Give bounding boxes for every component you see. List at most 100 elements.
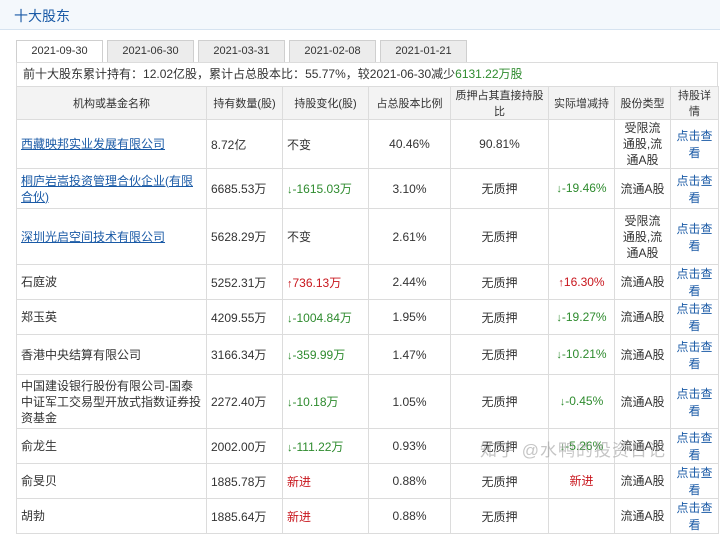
table-row: 俞龙生 2002.00万 ↓-111.22万 0.93% 无质押 ↓-5.26% 流通A股点… — [16, 428, 719, 464]
pledge-value: 无质押 — [481, 439, 518, 454]
change-cell: ↓-1615.03万 — [282, 168, 369, 209]
pledge-value: 无质押 — [481, 182, 518, 196]
view-detail-link[interactable]: 点击查看 — [676, 302, 712, 333]
tab-2021-02-08[interactable]: 2021-02-08 — [289, 40, 376, 62]
share-type-cell: 受限流通股,流通A股 — [614, 208, 671, 265]
holder-name-link[interactable]: 西藏映邦实业发展有限公司 — [21, 137, 165, 151]
table-row: 中国建设银行股份有限公司-国泰中证军工交易型开放式指数证券投资基金 2272.40… — [16, 374, 719, 429]
section-title: 十大股东 — [14, 8, 70, 24]
holdings-summary: 前十大股东累计持有：12.02亿股，累计占总股本比：55.77%，较2021-0… — [16, 62, 718, 86]
actual-change-value: -0.45% — [565, 394, 604, 408]
view-detail-link[interactable]: 点击查看 — [676, 222, 712, 253]
pledge-cell: 无质押 — [450, 498, 549, 534]
holder-name-cell: 中国建设银行股份有限公司-国泰中证军工交易型开放式指数证券投资基金 — [16, 374, 207, 429]
pledge-cell: 无质押 — [450, 428, 549, 464]
holder-name-cell: 石庭波 — [16, 264, 207, 300]
change-cell: ↓-359.99万 — [282, 334, 369, 375]
change-cell: ↓-10.18万 — [282, 374, 369, 429]
view-detail-link[interactable]: 点击查看 — [676, 174, 712, 205]
ratio-value: 2.44% — [392, 275, 427, 289]
ratio-cell: 2.44% — [368, 264, 451, 300]
change-value: 新进 — [287, 509, 312, 524]
quantity-cell: 5628.29万 — [206, 208, 283, 265]
holder-name-link[interactable]: 桐庐岩嵩投资管理合伙企业(有限合伙) — [21, 174, 193, 204]
quantity-value: 3166.34万 — [211, 348, 267, 362]
share-type: 流通A股 — [620, 394, 665, 409]
ratio-value: 1.05% — [392, 394, 427, 409]
holder-name-link[interactable]: 深圳光启空间技术有限公司 — [21, 230, 165, 244]
summary-prefix: 前十大股东累计持有： — [23, 67, 144, 81]
share-type: 流通A股 — [620, 181, 665, 196]
summary-change: 6131.22万股 — [455, 67, 523, 81]
detail-cell: 点击查看 — [670, 428, 719, 464]
ratio-cell: 0.93% — [368, 428, 451, 464]
pledge-value: 无质押 — [481, 474, 518, 489]
holder-name: 胡勃 — [21, 509, 46, 523]
detail-cell: 点击查看 — [670, 119, 719, 169]
change-value: -1004.84万 — [292, 310, 352, 325]
actual-change-cell — [548, 119, 615, 169]
share-type-cell: 流通A股 — [614, 428, 671, 464]
view-detail-link[interactable]: 点击查看 — [676, 340, 712, 371]
actual-change-cell: ↓-19.46% — [548, 168, 615, 209]
change-value: -1615.03万 — [292, 182, 352, 196]
change-value: -359.99万 — [292, 348, 346, 362]
detail-cell: 点击查看 — [670, 264, 719, 300]
tab-2021-09-30[interactable]: 2021-09-30 — [16, 40, 103, 63]
quantity-cell: 6685.53万 — [206, 168, 283, 209]
detail-cell: 点击查看 — [670, 334, 719, 375]
ratio-cell: 0.88% — [368, 498, 451, 534]
tab-2021-06-30[interactable]: 2021-06-30 — [107, 40, 194, 62]
share-type-cell: 流通A股 — [614, 463, 671, 499]
tab-2021-03-31[interactable]: 2021-03-31 — [198, 40, 285, 62]
table-row: 石庭波 5252.31万 ↑736.13万 2.44% 无质押 ↑16.30% 流通A股 点击… — [16, 264, 719, 300]
view-detail-link[interactable]: 点击查看 — [676, 466, 712, 497]
column-header: 实际增减持 — [548, 86, 615, 120]
quantity-cell: 8.72亿 — [206, 119, 283, 169]
table-row: 俞旻贝 1885.78万 新进 0.88% 无质押 新进 流通A股 点击查看 — [16, 463, 719, 499]
share-type-cell: 流通A股 — [614, 168, 671, 209]
holder-name-cell: 郑玉英 — [16, 299, 207, 335]
change-value: 新进 — [287, 474, 312, 489]
share-type: 受限流通股,流通A股 — [622, 213, 663, 260]
ratio-cell: 1.05% — [368, 374, 451, 429]
actual-change-cell: 新进 — [548, 463, 615, 499]
quantity-value: 1885.78万 — [211, 474, 267, 489]
summary-mid: ，累计占总股本比： — [197, 67, 306, 81]
share-type-cell: 流通A股 — [614, 299, 671, 335]
column-header: 持股详情 — [670, 86, 719, 120]
actual-change-cell: ↓-5.26% — [548, 428, 615, 464]
quantity-cell: 2272.40万 — [206, 374, 283, 429]
ratio-value: 40.46% — [389, 137, 430, 151]
view-detail-link[interactable]: 点击查看 — [676, 501, 712, 532]
view-detail-link[interactable]: 点击查看 — [676, 431, 712, 462]
actual-change-cell: ↑16.30% — [548, 264, 615, 300]
share-type: 流通A股 — [620, 347, 665, 362]
quantity-value: 4209.55万 — [211, 310, 267, 325]
ratio-cell: 1.47% — [368, 334, 451, 375]
tab-2021-01-21[interactable]: 2021-01-21 — [380, 40, 467, 62]
quantity-cell: 5252.31万 — [206, 264, 283, 300]
share-type: 流通A股 — [620, 310, 665, 324]
holder-name: 石庭波 — [21, 275, 58, 289]
view-detail-link[interactable]: 点击查看 — [676, 387, 712, 418]
detail-cell: 点击查看 — [670, 299, 719, 335]
table-header-row: 机构或基金名称 持有数量(股) 持股变化(股) 占总股本比例 质押占其直接持股比… — [16, 86, 719, 120]
quantity-cell: 1885.78万 — [206, 463, 283, 499]
view-detail-link[interactable]: 点击查看 — [676, 129, 712, 160]
ratio-cell: 1.95% — [368, 299, 451, 335]
actual-change-cell: ↓-10.21% — [548, 334, 615, 375]
table-row: 胡勃 1885.64万 新进 0.88% 无质押 流通A股 点击查看 — [16, 498, 719, 534]
actual-change-cell — [548, 208, 615, 265]
pledge-cell: 无质押 — [450, 208, 549, 265]
ratio-cell: 2.61% — [368, 208, 451, 265]
quantity-value: 6685.53万 — [211, 182, 267, 196]
share-type-cell: 受限流通股,流通A股 — [614, 119, 671, 169]
table-row: 郑玉英 4209.55万 ↓-1004.84万 1.95% 无质押 ↓-19.27% 流通A… — [16, 299, 719, 335]
actual-change-value: 16.30% — [563, 274, 605, 289]
share-type: 流通A股 — [620, 509, 665, 523]
quantity-value: 5628.29万 — [211, 230, 267, 244]
view-detail-link[interactable]: 点击查看 — [676, 267, 712, 298]
column-header: 机构或基金名称 — [16, 86, 207, 120]
change-cell: ↓-111.22万 — [282, 428, 369, 464]
